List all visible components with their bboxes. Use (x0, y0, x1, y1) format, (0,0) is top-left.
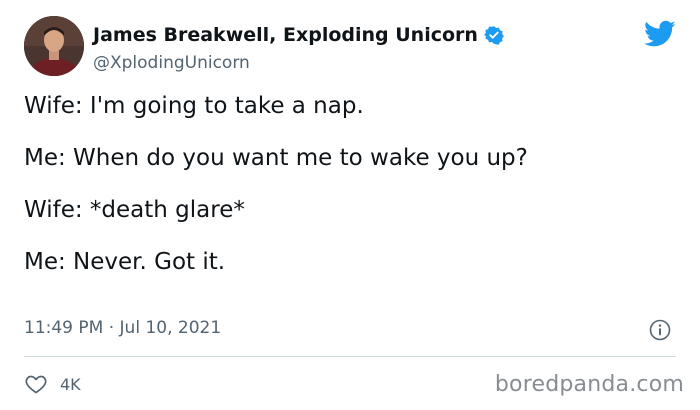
tweet-card: James Breakwell, Exploding Unicorn @Xplo… (0, 0, 700, 410)
tweet-line: Me: Never. Got it. (24, 249, 226, 275)
avatar-photo (24, 16, 84, 76)
display-name[interactable]: James Breakwell, Exploding Unicorn (93, 24, 478, 46)
tweet-text: Wife: I'm going to take a nap. Me: When … (24, 90, 676, 298)
like-count: 4K (60, 374, 81, 394)
like-button[interactable]: 4K (24, 372, 81, 396)
tweet-line: Wife: *death glare* (24, 197, 245, 223)
avatar[interactable] (24, 16, 84, 76)
tweet-line: Wife: I'm going to take a nap. (24, 93, 364, 119)
watermark: boredpanda.com (494, 372, 684, 397)
tweet-meta: 11:49 PM · Jul 10, 2021 (24, 318, 676, 344)
twitter-bird-icon[interactable] (644, 20, 676, 48)
tweet-line: Me: When do you want me to wake you up? (24, 145, 528, 171)
heart-icon (24, 372, 48, 396)
user-handle[interactable]: @XplodingUnicorn (93, 53, 250, 73)
display-name-row: James Breakwell, Exploding Unicorn (93, 24, 504, 46)
divider (24, 356, 676, 357)
tweet-actions: 4K (24, 370, 81, 398)
verified-badge-icon (484, 25, 504, 45)
tweet-timestamp[interactable]: 11:49 PM · Jul 10, 2021 (24, 318, 221, 338)
tweet-header: James Breakwell, Exploding Unicorn @Xplo… (24, 16, 676, 80)
info-icon[interactable] (648, 318, 672, 342)
